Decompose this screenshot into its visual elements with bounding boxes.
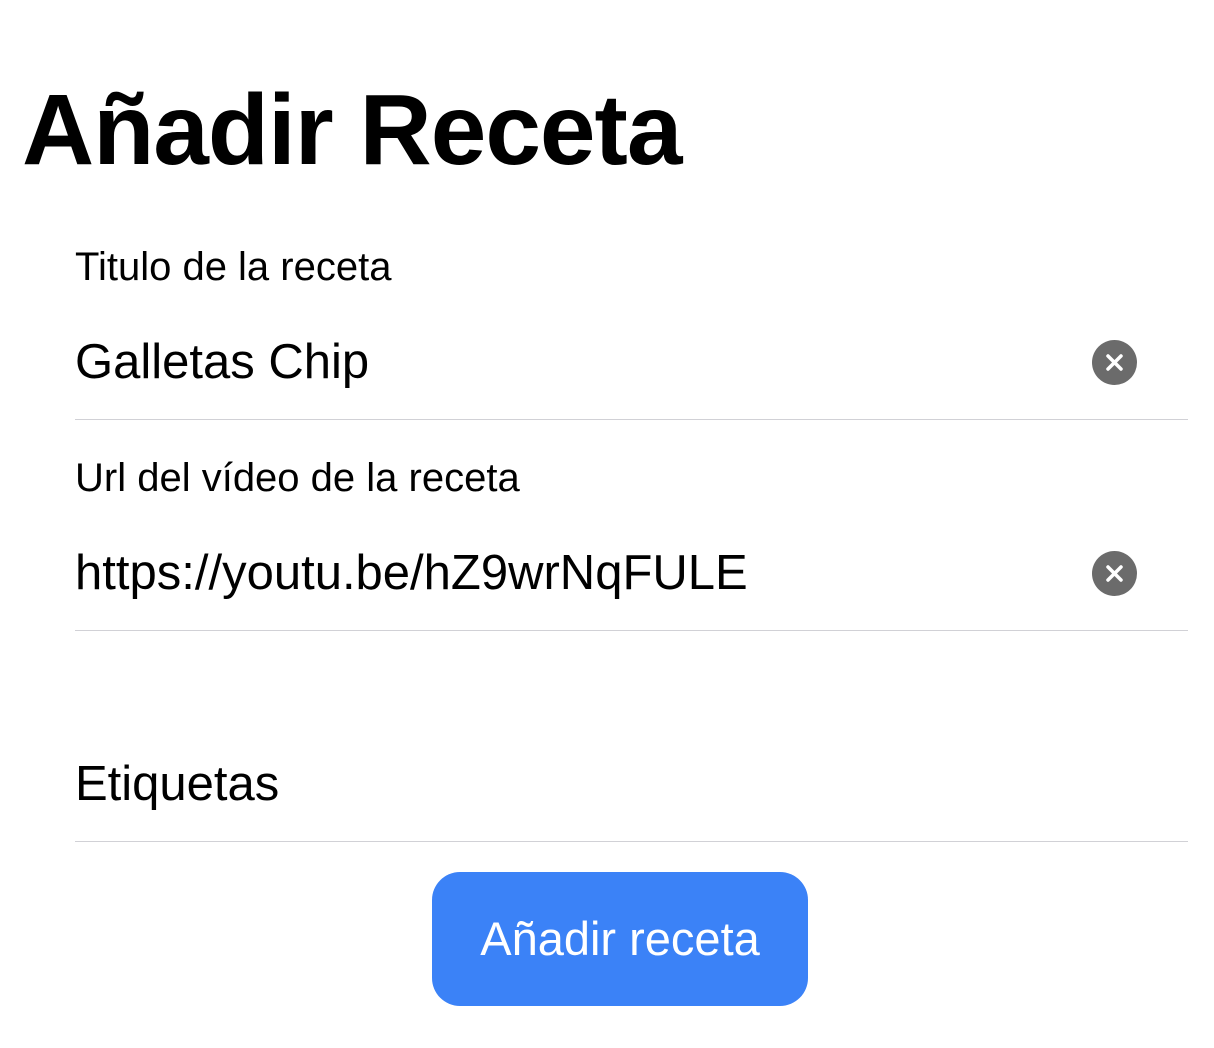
video-url-label: Url del vídeo de la receta	[75, 456, 520, 500]
video-url-row	[75, 541, 1188, 631]
clear-url-button[interactable]	[1092, 551, 1137, 596]
clear-circle-x-icon	[1106, 565, 1123, 582]
clear-circle-x-icon	[1106, 354, 1123, 371]
recipe-title-row	[75, 330, 1188, 420]
clear-title-button[interactable]	[1092, 340, 1137, 385]
tags-row	[75, 752, 1188, 842]
add-recipe-button[interactable]: Añadir receta	[432, 872, 808, 1006]
recipe-title-input[interactable]	[75, 332, 1075, 392]
recipe-title-label: Titulo de la receta	[75, 245, 392, 289]
tags-input[interactable]	[75, 754, 1075, 814]
page-title: Añadir Receta	[22, 74, 682, 186]
video-url-input[interactable]	[75, 543, 1075, 603]
